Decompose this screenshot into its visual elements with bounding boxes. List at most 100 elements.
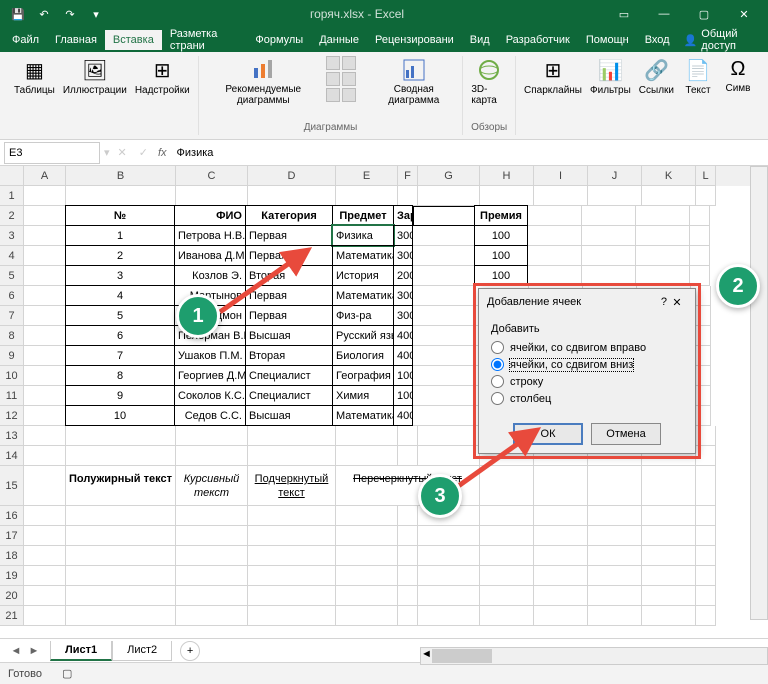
cell[interactable] (398, 586, 418, 606)
col-header[interactable]: F (398, 166, 418, 186)
cell[interactable] (413, 246, 475, 266)
cell[interactable] (413, 226, 475, 246)
cell[interactable] (336, 546, 398, 566)
cell[interactable] (66, 606, 176, 626)
ribbon-tab-данные[interactable]: Данные (311, 30, 367, 50)
cell[interactable]: Предмет (332, 205, 394, 226)
ribbon-tab-вид[interactable]: Вид (462, 30, 498, 50)
cell[interactable] (66, 586, 176, 606)
radio-input[interactable] (491, 341, 504, 354)
col-header[interactable]: G (418, 166, 480, 186)
row-header[interactable]: 20 (0, 586, 24, 606)
col-header[interactable]: L (696, 166, 716, 186)
col-header[interactable]: B (66, 166, 176, 186)
иллюстрации-button[interactable]: 🖼Иллюстрации (61, 56, 129, 98)
ribbon-tab-главная[interactable]: Главная (47, 30, 105, 50)
cell[interactable] (248, 446, 336, 466)
cell[interactable]: Зарплата (393, 205, 413, 226)
cell[interactable]: 10 (65, 405, 175, 426)
cell[interactable] (66, 506, 176, 526)
cell[interactable]: Высшая (245, 405, 333, 426)
cell[interactable] (66, 546, 176, 566)
cell[interactable]: № (65, 205, 175, 226)
cell[interactable]: 400 (393, 325, 413, 346)
dialog-option[interactable]: ячейки, со сдвигом вправо (491, 339, 683, 356)
cell[interactable]: Математика (332, 405, 394, 426)
ribbon-options-icon[interactable]: ▭ (606, 0, 642, 28)
cell[interactable] (413, 286, 475, 306)
cell[interactable] (336, 606, 398, 626)
cell[interactable] (398, 566, 418, 586)
row-header[interactable]: 14 (0, 446, 24, 466)
cell[interactable] (248, 566, 336, 586)
row-header[interactable]: 3 (0, 226, 24, 246)
col-header[interactable]: A (24, 166, 66, 186)
row-header[interactable]: 18 (0, 546, 24, 566)
cell[interactable]: Биология (332, 345, 394, 366)
cell[interactable] (248, 586, 336, 606)
cell[interactable]: 5 (65, 305, 175, 326)
cell[interactable]: Физика (332, 225, 394, 246)
cell[interactable] (413, 206, 475, 226)
cell[interactable]: 100 (474, 265, 528, 286)
cell[interactable]: 300 (393, 285, 413, 306)
cell[interactable] (66, 186, 176, 206)
cell[interactable] (336, 506, 398, 526)
cancel-button[interactable]: Отмена (591, 423, 661, 445)
cell[interactable]: Русский язык (332, 325, 394, 346)
cell[interactable]: Математика (332, 285, 394, 306)
qat-dropdown-icon[interactable]: ▾ (84, 2, 108, 26)
sheet-nav-prev-icon[interactable]: ◄ (8, 645, 24, 657)
cell[interactable] (418, 606, 480, 626)
cell[interactable] (398, 526, 418, 546)
cell[interactable]: Ушаков П.М. (174, 345, 246, 366)
cell[interactable] (398, 606, 418, 626)
cell[interactable]: 1 (65, 225, 175, 246)
cell[interactable] (176, 426, 248, 446)
cell[interactable] (66, 446, 176, 466)
cell[interactable]: 3 (65, 265, 175, 286)
cell[interactable] (398, 186, 418, 206)
cell[interactable] (176, 566, 248, 586)
cell[interactable] (398, 506, 418, 526)
cell[interactable] (176, 526, 248, 546)
row-header[interactable]: 19 (0, 566, 24, 586)
redo-icon[interactable]: ↷ (58, 2, 82, 26)
col-header[interactable]: H (480, 166, 534, 186)
cell[interactable] (480, 526, 534, 546)
cell[interactable]: Полужирный текст (66, 466, 176, 506)
cell[interactable]: Подчеркнутый текст (248, 466, 336, 506)
cell[interactable] (418, 546, 480, 566)
cell[interactable] (418, 526, 480, 546)
cell[interactable] (418, 566, 480, 586)
col-header[interactable]: K (642, 166, 696, 186)
cell[interactable] (413, 346, 475, 366)
cell[interactable] (176, 446, 248, 466)
cell[interactable]: История (332, 265, 394, 286)
row-header[interactable]: 15 (0, 466, 24, 506)
симв-button[interactable]: ΩСимв (720, 56, 756, 96)
cell[interactable] (176, 606, 248, 626)
cell[interactable] (248, 186, 336, 206)
fx-icon[interactable]: fx (152, 147, 173, 159)
cell[interactable] (398, 446, 418, 466)
cell[interactable] (336, 186, 398, 206)
radio-input[interactable] (491, 358, 504, 371)
ribbon-tab-разработчик[interactable]: Разработчик (498, 30, 578, 50)
фильтры-button[interactable]: 📊Фильтры (588, 56, 633, 98)
cell[interactable] (176, 546, 248, 566)
надстройки-button[interactable]: ⊞Надстройки (133, 56, 192, 98)
close-icon[interactable]: ✕ (726, 0, 762, 28)
row-header[interactable]: 5 (0, 266, 24, 286)
cell[interactable]: 4 (65, 285, 175, 306)
row-header[interactable]: 13 (0, 426, 24, 446)
cell[interactable]: 2 (65, 245, 175, 266)
row-header[interactable]: 9 (0, 346, 24, 366)
cell[interactable]: Химия (332, 385, 394, 406)
cell[interactable]: Премия (474, 205, 528, 226)
dialog-option[interactable]: столбец (491, 390, 683, 407)
row-header[interactable]: 11 (0, 386, 24, 406)
row-header[interactable]: 1 (0, 186, 24, 206)
col-header[interactable]: J (588, 166, 642, 186)
row-header[interactable]: 10 (0, 366, 24, 386)
